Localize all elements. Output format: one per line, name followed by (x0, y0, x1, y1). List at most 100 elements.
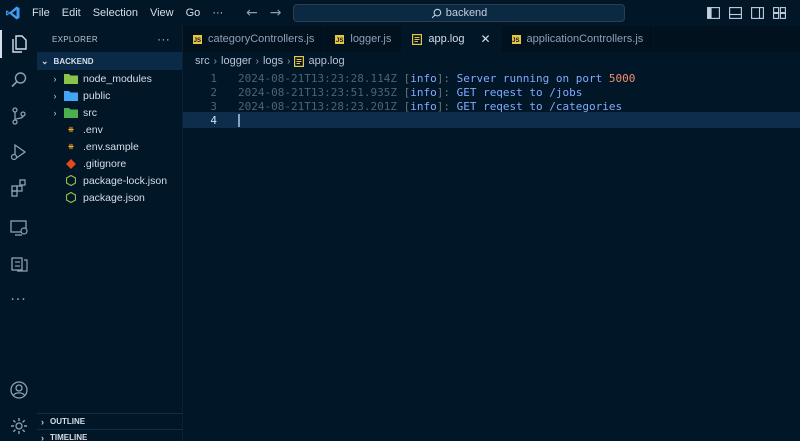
search-activity-button[interactable] (0, 62, 37, 98)
command-center-search[interactable]: backend (293, 4, 625, 22)
breadcrumb-separator-icon: › (213, 55, 218, 67)
explorer-sidebar: EXPLORER ··· ⌄ BACKEND › node_modules › … (37, 26, 183, 441)
log-bracket-close: ]: (436, 71, 450, 85)
js-file-icon: JS (335, 34, 345, 44)
tree-item-src[interactable]: › src (37, 104, 182, 121)
forward-arrow-icon[interactable]: → (270, 5, 282, 21)
explorer-activity-button[interactable] (0, 26, 37, 62)
tree-item-gitignore[interactable]: › .gitignore (37, 155, 182, 172)
nav-arrows: ← → (246, 0, 281, 26)
tab-application-controllers[interactable]: JS applicationControllers.js (501, 26, 655, 52)
breadcrumb-app-log[interactable]: app.log (308, 55, 344, 67)
line-content: 2024-08-21T13:23:51.935Z [info]: GET req… (238, 86, 582, 99)
tree-item-label: src (83, 106, 97, 119)
js-file-icon: JS (511, 34, 521, 44)
editor-line-current[interactable]: 4 (183, 112, 800, 128)
log-message: GET reqest to /categories (449, 99, 623, 113)
menu-selection[interactable]: Selection (87, 0, 144, 26)
run-debug-activity-button[interactable] (0, 134, 37, 170)
account-icon (9, 381, 28, 399)
workspace-folder-name: BACKEND (53, 56, 94, 66)
env-file-icon: ⧺ (67, 142, 75, 151)
toggle-panel-icon[interactable] (729, 7, 742, 19)
menu-edit[interactable]: Edit (56, 0, 87, 26)
line-number: 1 (210, 71, 217, 85)
tree-item-env[interactable]: › ⧺ .env (37, 121, 182, 138)
log-file-icon (294, 55, 305, 67)
accounts-activity-button[interactable] (0, 372, 37, 408)
log-bracket-close: ]: (436, 99, 450, 113)
nodejs-icon (64, 175, 78, 187)
chevron-right-icon: › (53, 73, 57, 84)
file-tree: › node_modules › public › src › ⧺ .env ›… (37, 70, 182, 206)
menu-more[interactable]: ··· (206, 0, 229, 26)
tree-item-label: public (83, 89, 111, 102)
manage-activity-button[interactable] (0, 408, 37, 441)
source-control-activity-button[interactable] (0, 98, 37, 134)
log-message: GET reqest to /jobs (449, 85, 583, 99)
toggle-secondary-sidebar-icon[interactable] (751, 7, 764, 19)
outline-section-header[interactable]: › OUTLINE (37, 413, 183, 429)
chevron-down-icon: ⌄ (41, 55, 49, 66)
menu-view[interactable]: View (144, 0, 180, 26)
customize-layout-icon[interactable] (773, 7, 786, 19)
tab-logger[interactable]: JS logger.js (325, 26, 403, 52)
extensions-activity-button[interactable] (0, 170, 37, 206)
timeline-label: TIMELINE (50, 433, 88, 441)
line-content: 2024-08-21T13:28:23.201Z [info]: GET req… (238, 100, 622, 113)
search-icon (10, 72, 26, 88)
line-content: 2024-08-21T13:23:28.114Z [info]: Server … (238, 72, 635, 85)
tree-item-public[interactable]: › public (37, 87, 182, 104)
remote-explorer-icon (9, 220, 28, 236)
gear-icon (10, 418, 27, 434)
breadcrumb: src › logger › logs › app.log (183, 52, 345, 70)
activity-bar: ··· (0, 26, 37, 441)
code-editor[interactable]: 1 2024-08-21T13:23:28.114Z [info]: Serve… (183, 70, 800, 441)
search-icon (431, 8, 441, 18)
outline-label: OUTLINE (50, 417, 86, 426)
breadcrumb-logger[interactable]: logger (221, 55, 252, 67)
tree-item-package-lock-json[interactable]: › package-lock.json (37, 172, 182, 189)
close-tab-icon[interactable]: ✕ (480, 32, 490, 46)
more-activity-button[interactable]: ··· (0, 282, 37, 318)
editor-tab-bar: JS categoryControllers.js JS logger.js a… (183, 26, 800, 52)
menu-go[interactable]: Go (180, 0, 207, 26)
toggle-primary-sidebar-icon[interactable] (707, 7, 720, 19)
tree-item-label: .env (83, 123, 103, 136)
line-number: 4 (210, 113, 217, 127)
tree-item-node-modules[interactable]: › node_modules (37, 70, 182, 87)
log-level: info (410, 99, 437, 113)
source-control-icon (11, 107, 26, 125)
explorer-more-button[interactable]: ··· (157, 32, 170, 46)
tree-item-env-sample[interactable]: › ⧺ .env.sample (37, 138, 182, 155)
chevron-right-icon: › (53, 107, 57, 118)
tree-item-package-json[interactable]: › package.json (37, 189, 182, 206)
src-folder-icon (64, 107, 78, 119)
log-message: Server running on port (449, 71, 609, 85)
workspace-folder-header[interactable]: ⌄ BACKEND (37, 52, 182, 70)
testing-icon (10, 257, 28, 272)
breadcrumb-src[interactable]: src (195, 55, 210, 67)
breadcrumb-logs[interactable]: logs (263, 55, 283, 67)
menu-bar: File Edit Selection View Go ··· (26, 0, 229, 26)
vscode-logo-icon[interactable] (0, 0, 26, 26)
tab-label: logger.js (350, 33, 392, 45)
remote-explorer-activity-button[interactable] (0, 210, 37, 246)
tree-item-label: .env.sample (83, 140, 139, 153)
log-timestamp: 2024-08-21T13:23:28.114Z (238, 71, 397, 85)
tree-item-label: .gitignore (83, 157, 127, 170)
line-number: 3 (210, 99, 217, 113)
text-cursor (238, 114, 240, 127)
back-arrow-icon[interactable]: ← (246, 5, 258, 21)
tab-app-log[interactable]: app.log ✕ (402, 26, 502, 52)
log-level: info (410, 71, 437, 85)
testing-activity-button[interactable] (0, 246, 37, 282)
more-dots-icon: ··· (10, 292, 27, 308)
tab-category-controllers[interactable]: JS categoryControllers.js (183, 26, 326, 52)
menu-file[interactable]: File (26, 0, 56, 26)
log-timestamp: 2024-08-21T13:23:51.935Z (238, 85, 397, 99)
search-text: backend (445, 7, 488, 19)
tree-item-label: package-lock.json (83, 174, 168, 187)
timeline-section-header[interactable]: › TIMELINE (37, 429, 183, 441)
run-debug-icon (10, 143, 26, 161)
